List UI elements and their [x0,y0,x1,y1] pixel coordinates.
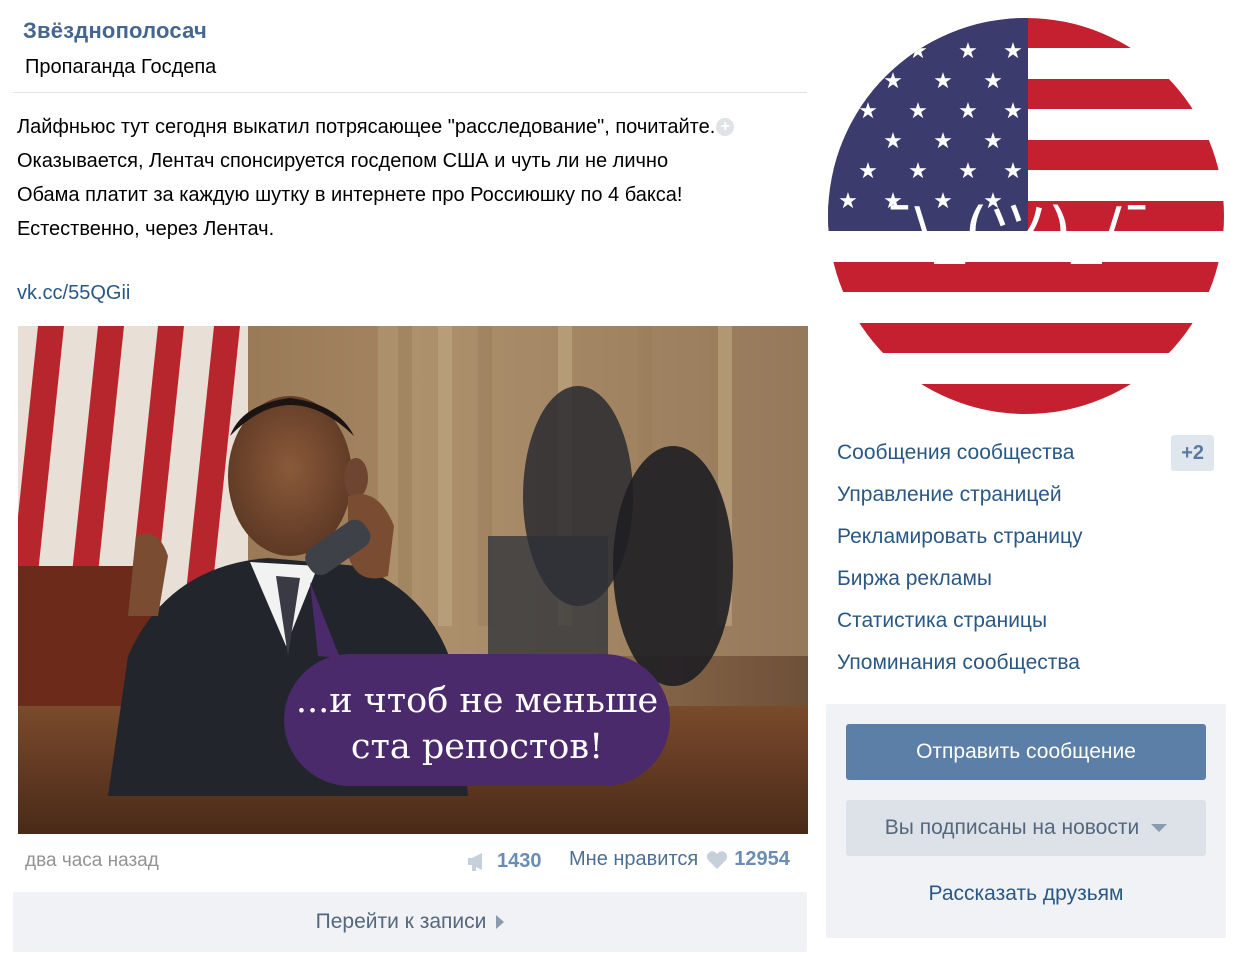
post-text-line: Естественно, через Лентач. [17,218,275,240]
like-button[interactable]: Мне нравится 12954 [569,848,790,871]
svg-text:★: ★ [908,99,928,124]
svg-text:★: ★ [1003,99,1023,124]
community-menu: Сообщения сообщества +2 Управление стран… [826,432,1226,684]
like-label: Мне нравится [569,848,699,870]
svg-text:★: ★ [958,159,978,184]
post-header: Звёзднополосач Пропаганда Госдепа [13,0,807,93]
speech-bubble-line2: ста репостов! [351,727,603,767]
goto-post-button[interactable]: Перейти к записи [13,892,807,952]
goto-post-label: Перейти к записи [315,910,487,933]
svg-text:★: ★ [883,69,903,94]
tell-friends-link[interactable]: Рассказать друзьям [826,882,1226,906]
svg-text:★: ★ [958,39,978,64]
menu-item-community-mentions[interactable]: Упоминания сообщества [826,642,1226,684]
post-link[interactable]: vk.cc/55QGii [17,282,130,305]
repost-count: 1430 [497,849,542,872]
svg-text:★: ★ [933,69,953,94]
svg-text:★: ★ [958,99,978,124]
svg-text:★: ★ [983,69,1003,94]
menu-item-label: Упоминания сообщества [837,651,1080,674]
like-count: 12954 [734,848,790,870]
post-time[interactable]: два часа назад [25,850,159,872]
svg-text:★: ★ [838,189,858,214]
subscription-dropdown[interactable]: Вы подписаны на новости [846,800,1206,856]
send-message-button[interactable]: Отправить сообщение [846,724,1206,780]
svg-text:★: ★ [883,129,903,154]
wall-post: Звёзднополосач Пропаганда Госдепа Лайфнь… [13,0,808,954]
menu-item-label: Управление страницей [837,483,1062,506]
menu-item-label: Рекламировать страницу [837,525,1083,548]
svg-text:★: ★ [933,129,953,154]
post-subtitle: Пропаганда Госдепа [25,56,217,78]
svg-text:★: ★ [858,159,878,184]
community-actions: Отправить сообщение Вы подписаны на ново… [826,704,1226,938]
unread-badge: +2 [1171,435,1214,471]
heart-icon [707,850,728,869]
community-avatar[interactable]: ★ ★ ★ ★ ★ ★ ★ ★ ★ ★ ★ ★ ★ ★ ★ ★ ★ ★ ★ ★ ★ ★ ¯\_(ツ)_/¯ [828,18,1224,414]
svg-text:★: ★ [908,39,928,64]
plus-circle-icon[interactable]: + [716,118,735,136]
svg-text:★: ★ [858,39,878,64]
post-footer: два часа назад 1430 Мне нравится 12954 [13,834,807,888]
avatar-shrug-text: ¯\_(ツ)_/¯ [884,195,1151,265]
repost-button[interactable]: 1430 [465,848,542,874]
post-text-line: Оказывается, Лентач спонсируется госдепо… [17,150,669,172]
svg-text:★: ★ [1003,159,1023,184]
menu-item-community-messages[interactable]: Сообщения сообщества +2 [826,432,1226,474]
menu-item-page-statistics[interactable]: Статистика страницы [826,600,1226,642]
svg-text:★: ★ [983,129,1003,154]
chevron-down-icon [1151,824,1168,832]
community-sidebar: ★ ★ ★ ★ ★ ★ ★ ★ ★ ★ ★ ★ ★ ★ ★ ★ ★ ★ ★ ★ ★ ★ ¯\_(ツ)_/¯ Со… [826,0,1226,954]
subscription-label: Вы подписаны на новости [884,816,1140,839]
menu-item-advertise-page[interactable]: Рекламировать страницу [826,516,1226,558]
post-photo[interactable]: ...и чтоб не меньше ста репостов! [18,326,808,834]
speech-bubble-line1: ...и чтоб не меньше [296,681,658,721]
post-author-link[interactable]: Звёзднополосач [23,18,797,44]
post-text: Лайфньюс тут сегодня выкатил потрясающее… [17,110,797,246]
menu-item-label: Статистика страницы [837,609,1048,632]
post-text-line: Лайфньюс тут сегодня выкатил потрясающее… [17,110,797,144]
svg-text:★: ★ [908,159,928,184]
megaphone-icon [468,853,482,871]
menu-item-ad-exchange[interactable]: Биржа рекламы [826,558,1226,600]
menu-item-label: Сообщения сообщества [837,441,1075,464]
svg-text:★: ★ [858,99,878,124]
chevron-right-icon [496,915,505,929]
menu-item-label: Биржа рекламы [837,567,992,590]
menu-item-manage-page[interactable]: Управление страницей [826,474,1226,516]
svg-text:★: ★ [1003,39,1023,64]
post-text-line: Обама платит за каждую шутку в интернете… [17,184,683,206]
